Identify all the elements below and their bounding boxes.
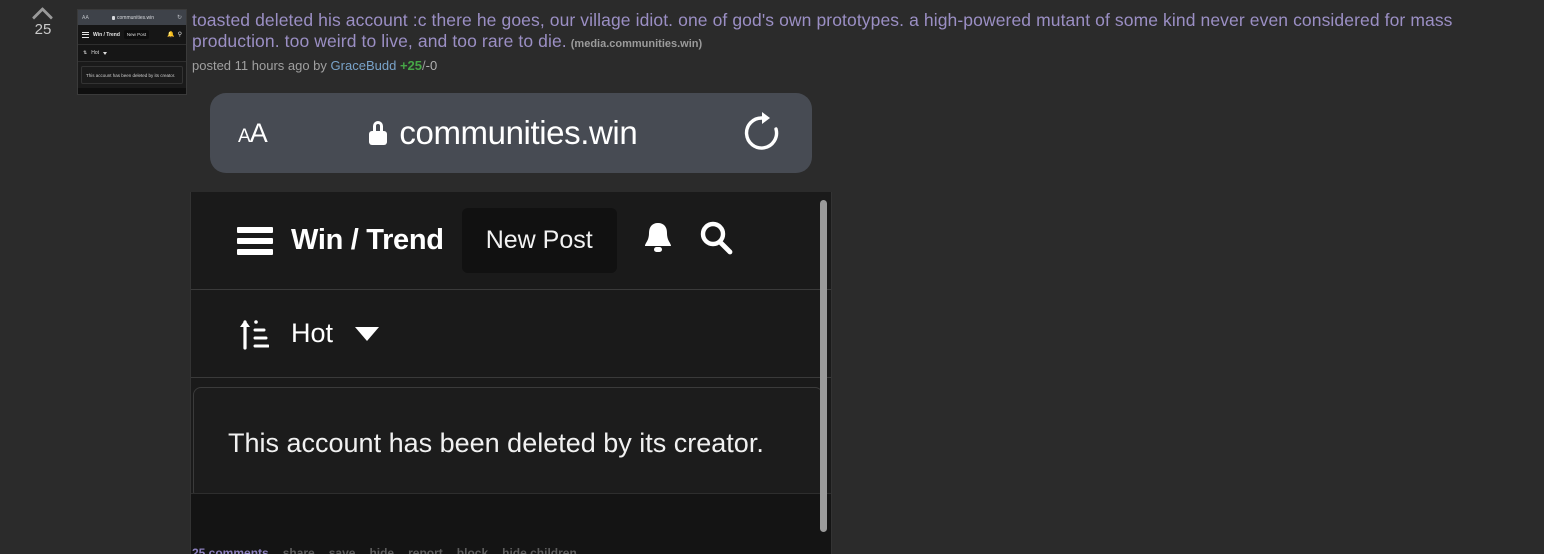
lock-icon xyxy=(369,121,388,145)
post-author-link[interactable]: GraceBudd xyxy=(331,58,397,73)
page-preview: Win / Trend New Post Hot This account ha… xyxy=(190,192,832,554)
url-host-text: communities.win xyxy=(399,114,638,151)
header-icons xyxy=(641,219,735,262)
site-header: Win / Trend New Post xyxy=(191,192,831,290)
post-meta-prefix: posted 11 hours ago by xyxy=(192,58,327,73)
post-thumbnail[interactable]: AA communities.win ↻ Win / Trend New Pos… xyxy=(77,9,187,95)
site-brand[interactable]: Win / Trend xyxy=(291,224,444,257)
sort-ascending-icon: ⇅ xyxy=(83,50,88,56)
new-post-button[interactable]: New Post xyxy=(461,208,617,273)
text-size-button[interactable]: AA xyxy=(238,118,268,149)
screenshot-root: 25 AA communities.win ↻ Win / Trend New … xyxy=(0,0,1544,554)
thumbnail-site-header: Win / Trend New Post 🔔 ⚲ xyxy=(78,25,186,45)
chevron-down-icon[interactable] xyxy=(355,326,380,341)
hamburger-menu-icon[interactable] xyxy=(237,226,273,255)
thumbnail-sort-bar: ⇅ Hot xyxy=(78,45,186,62)
lock-icon xyxy=(112,15,116,20)
post-title-link[interactable]: toasted deleted his account :c there he … xyxy=(192,10,1453,51)
thumbnail-new-post-button: New Post xyxy=(123,30,150,39)
thumbnail-sort-label: Hot xyxy=(91,50,99,56)
post-text-block: toasted deleted his account :c there he … xyxy=(192,10,1532,74)
action-link-hide-children[interactable]: hide children xyxy=(502,546,577,554)
thumbnail-text-size-label: AA xyxy=(82,14,90,21)
post-domain: (media.communities.win) xyxy=(570,38,703,50)
thumbnail-urlbar: AA communities.win ↻ xyxy=(78,10,186,25)
thumbnail-content-card: This account has been deleted by its cre… xyxy=(81,66,183,84)
thumbnail-host-text: communities.win xyxy=(117,14,154,21)
reload-icon[interactable] xyxy=(740,109,784,157)
thumbnail-footer xyxy=(78,88,186,94)
url-bar-center: communities.win xyxy=(267,114,740,152)
thumbnail-host: communities.win xyxy=(112,15,154,21)
post-meta: posted 11 hours ago by GraceBudd +25/-0 xyxy=(192,58,1532,74)
post-action-row: 25 comments share save hide report block… xyxy=(192,546,577,554)
chevron-down-icon xyxy=(102,51,107,55)
hamburger-menu-icon xyxy=(82,31,89,38)
action-link-hide[interactable]: hide xyxy=(369,546,394,554)
comments-link[interactable]: 25 comments xyxy=(192,546,269,554)
action-link-report[interactable]: report xyxy=(408,546,443,554)
thumbnail-header-icons: 🔔 ⚲ xyxy=(167,31,182,38)
sort-label[interactable]: Hot xyxy=(291,318,333,349)
post-score-down: -0 xyxy=(425,58,438,73)
bell-icon[interactable] xyxy=(641,219,675,262)
post-score-up: +25 xyxy=(399,58,422,73)
bell-icon: 🔔 xyxy=(167,32,175,38)
search-icon[interactable] xyxy=(697,219,735,262)
card-message: This account has been deleted by its cre… xyxy=(228,427,764,458)
thumbnail-card-message: This account has been deleted by its cre… xyxy=(86,72,176,78)
post-title-row: toasted deleted his account :c there he … xyxy=(192,10,1532,52)
sort-ascending-icon[interactable] xyxy=(237,317,269,351)
preview-scrollbar[interactable] xyxy=(820,200,827,532)
action-link-share[interactable]: share xyxy=(283,546,315,554)
chevron-up-icon[interactable] xyxy=(32,4,54,18)
browser-url-bar[interactable]: AA communities.win xyxy=(210,93,812,173)
preview-footer xyxy=(191,493,831,554)
content-card: This account has been deleted by its cre… xyxy=(193,387,823,499)
vote-column: 25 xyxy=(22,4,64,39)
action-link-save[interactable]: save xyxy=(329,546,356,554)
action-link-block[interactable]: block xyxy=(457,546,488,554)
sort-bar[interactable]: Hot xyxy=(191,290,831,378)
thumbnail-brand: Win / Trend xyxy=(93,31,120,38)
search-icon: ⚲ xyxy=(177,32,182,38)
reload-icon: ↻ xyxy=(176,15,182,21)
